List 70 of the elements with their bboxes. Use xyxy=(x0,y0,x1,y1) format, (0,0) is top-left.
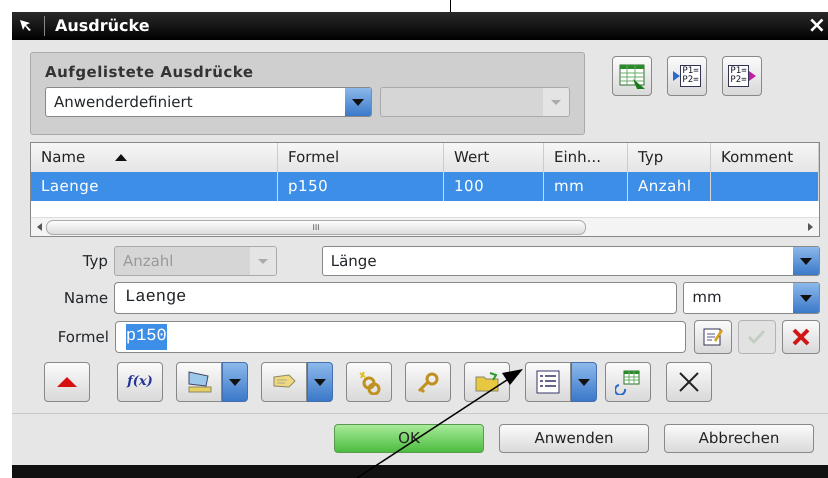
column-header-cell[interactable]: Komment xyxy=(711,143,819,172)
table-cell: p150 xyxy=(278,172,444,201)
cancel-button[interactable] xyxy=(782,320,820,354)
edit-button[interactable] xyxy=(694,320,732,354)
scroll-thumb[interactable]: III xyxy=(46,220,586,234)
column-label: Wert xyxy=(454,147,490,168)
column-label: Formel xyxy=(288,147,340,168)
parameter-list-icon: P1= P2= xyxy=(680,65,701,87)
spreadsheet-button[interactable] xyxy=(612,56,652,96)
arrow-icon xyxy=(673,71,680,81)
dropdown[interactable]: Anwenderdefiniert xyxy=(45,87,372,118)
dropdown-arrow-icon xyxy=(550,100,560,105)
field-label: Formel xyxy=(56,326,109,348)
delete-button[interactable] xyxy=(666,362,712,402)
dropdown-arrow-icon xyxy=(258,258,268,264)
collapse-button[interactable] xyxy=(44,362,90,402)
close-icon xyxy=(790,326,812,348)
column-label: Einh... xyxy=(554,147,601,168)
dropdown-button[interactable] xyxy=(571,362,597,402)
column-header-cell[interactable]: Formel xyxy=(278,143,444,172)
dialog-button[interactable]: Anwenden xyxy=(499,424,649,453)
window-title: Ausdrücke xyxy=(44,16,150,36)
field-label: Name xyxy=(62,288,108,309)
pointer-icon xyxy=(18,18,34,34)
dropdown[interactable]: Länge xyxy=(322,246,820,276)
folder-button[interactable] xyxy=(464,362,510,402)
column-label: Komment xyxy=(721,147,794,168)
dropdown: Anzahl xyxy=(114,246,277,276)
dropdown-button[interactable] xyxy=(222,362,248,402)
group-label: Aufgelistete Ausdrücke xyxy=(45,62,255,83)
dropdown-button[interactable] xyxy=(307,362,333,402)
column-label: Typ xyxy=(638,147,664,168)
column-header-cell[interactable]: Name xyxy=(31,143,278,172)
scroll-left-icon xyxy=(37,223,42,231)
table-cell: mm xyxy=(544,172,628,201)
dropdown[interactable]: mm xyxy=(683,282,820,314)
horizontal-scrollbar[interactable]: III xyxy=(31,217,819,236)
column-header-cell[interactable]: Einh... xyxy=(544,143,628,172)
function-button[interactable]: f(x) xyxy=(117,362,163,402)
refresh-icon xyxy=(615,369,641,395)
dropdown-arrow-icon xyxy=(800,294,812,302)
dropdown-arrow-icon xyxy=(314,378,326,386)
column-header-cell[interactable]: Wert xyxy=(444,143,544,172)
arrow-icon xyxy=(748,71,756,81)
parameter-list-icon: P1= P2= xyxy=(728,65,749,87)
ruler-icon xyxy=(186,369,212,395)
column-label: Name xyxy=(41,147,86,168)
dropdown-arrow-icon xyxy=(800,258,812,264)
dropdown-arrow-icon xyxy=(229,378,241,386)
list-button[interactable] xyxy=(525,362,571,402)
field-label: Typ xyxy=(82,250,108,272)
parameters-button[interactable]: P1= P2= xyxy=(722,56,762,96)
link-button[interactable] xyxy=(346,362,392,402)
dialog-button[interactable]: OK xyxy=(334,424,484,453)
dialog-button[interactable]: Abbrechen xyxy=(664,424,814,453)
measure-button[interactable] xyxy=(176,362,222,402)
dropdown-arrow-icon xyxy=(352,98,364,106)
dropdown-arrow-icon xyxy=(578,378,590,386)
table-cell: Laenge xyxy=(31,172,278,201)
table-cell: 100 xyxy=(444,172,544,201)
scroll-right-icon xyxy=(808,223,813,231)
close-button[interactable]: × xyxy=(806,15,828,37)
name-field[interactable]: Laenge xyxy=(114,282,678,314)
edit-icon xyxy=(702,326,724,348)
refresh-button[interactable] xyxy=(605,362,651,402)
column-header-cell[interactable]: Typ xyxy=(628,143,711,172)
list-icon xyxy=(535,369,561,395)
table-cell: Anzahl xyxy=(628,172,711,201)
key-button[interactable] xyxy=(405,362,451,402)
parameters-button[interactable]: P1= P2= xyxy=(667,56,707,96)
